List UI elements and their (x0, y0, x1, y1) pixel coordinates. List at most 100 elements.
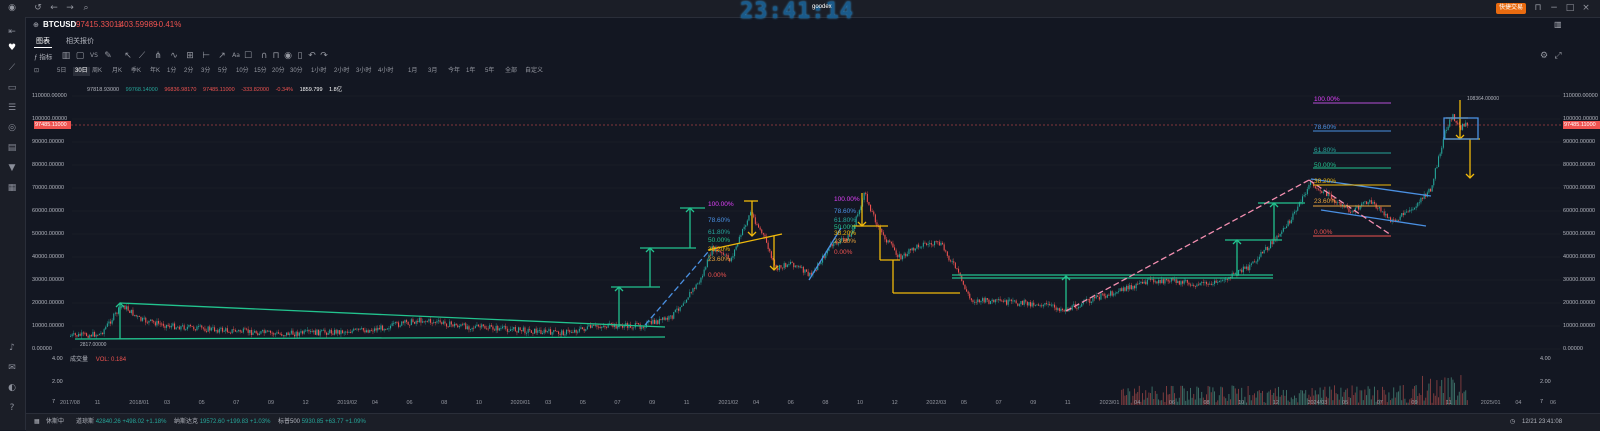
x-axis-label: 04 (1134, 400, 1141, 406)
volume-bar (1212, 387, 1214, 405)
y-axis-label: 10000.00000 (32, 323, 65, 329)
y-axis-label: 60000.00000 (1563, 208, 1596, 214)
volume-bar (1358, 402, 1359, 405)
volume-bar (1356, 386, 1358, 405)
volume-bar (1178, 397, 1180, 405)
volume-bar (1177, 401, 1179, 405)
volume-bar (1420, 395, 1422, 405)
fib-level-label: 38.20% (708, 246, 731, 253)
volume-bar (1182, 385, 1183, 405)
volume-bar (1351, 385, 1353, 405)
green-drawings (74, 202, 1305, 340)
volume-bar (1418, 393, 1420, 405)
volume-bar (1396, 392, 1398, 405)
x-axis-label: 2019/02 (337, 400, 358, 406)
fib-level-label: 50.00% (1314, 162, 1337, 169)
ticker-nasdaq[interactable]: 纳斯达克 19572.60 +199.83 +1.03% (174, 414, 270, 431)
status-bar: ▦ 休斯中 道琼斯 42840.26 +498.02 +1.18% 纳斯达克 1… (26, 413, 1600, 431)
volume-bar (1260, 392, 1262, 405)
volume-bar (1423, 400, 1425, 405)
volume-bar (1370, 399, 1372, 405)
volume-bar (1266, 392, 1268, 405)
fib-level-label: 38.20% (1314, 178, 1337, 185)
fib-level-label: 23.60% (834, 238, 857, 245)
volume-bar (1127, 388, 1129, 405)
volume-bar (1150, 393, 1151, 405)
volume-bar (1122, 388, 1124, 405)
volume-bar (1300, 389, 1302, 405)
volume-bar (1327, 398, 1329, 405)
clock-icon: ◷ (1510, 419, 1516, 425)
volume-bar (1463, 391, 1465, 405)
volume-bar (1246, 402, 1247, 405)
volume-bar (1284, 395, 1286, 405)
volume-bar (1353, 395, 1355, 405)
volume-axis-label: 4.00 (1540, 356, 1551, 362)
volume-axis-label: 7 (1540, 399, 1544, 405)
fib-level-label: 100.00% (708, 201, 734, 208)
volume-bar (1214, 391, 1215, 405)
volume-bar (1282, 389, 1284, 405)
fib-level-label: 100.00% (834, 196, 860, 203)
x-axis-label: 07 (995, 400, 1002, 406)
volume-bar (1191, 397, 1193, 405)
fib-level-label: 61.80% (708, 229, 731, 236)
volume-bar (1295, 397, 1297, 405)
volume-bar (1268, 391, 1270, 405)
pink-drawings (1065, 179, 1392, 312)
volume-bar (1217, 400, 1219, 405)
x-axis-label: 08 (822, 400, 829, 406)
ticker-dow[interactable]: 道琼斯 42840.26 +498.02 +1.18% (76, 414, 166, 431)
volume-bar (1249, 395, 1251, 405)
volume-bar (1406, 402, 1407, 405)
volume-bar (1156, 393, 1158, 405)
volume-bar (1220, 386, 1222, 405)
x-axis-label: 12 (1272, 400, 1279, 406)
status-datetime: 12/21 23:41:08 (1522, 419, 1563, 425)
volume-bar (1190, 387, 1191, 405)
volume-bar (1162, 392, 1164, 405)
volume-bar (1374, 386, 1375, 405)
x-axis-label: 2025/01 (1480, 400, 1501, 406)
fib-level-label: 50.00% (708, 237, 731, 244)
y-axis-label: 80000.00000 (32, 162, 65, 168)
volume-value: VOL: 0.184 (95, 357, 127, 363)
volume-axis-label: 4.00 (52, 356, 63, 362)
volume-bar (1401, 400, 1403, 405)
volume-bar (1431, 402, 1433, 405)
ticker-pct: +1.18% (145, 419, 167, 425)
volume-bar (1337, 394, 1339, 405)
volume-bar (1140, 401, 1142, 405)
fib-lines-right (1313, 102, 1391, 237)
volume-bar (1369, 388, 1371, 405)
volume-bar (1290, 397, 1292, 405)
volume-bar (1129, 391, 1131, 405)
volume-bar (1180, 385, 1182, 405)
volume-bar (1359, 390, 1361, 405)
x-axis-label: 11 (94, 400, 101, 406)
x-axis-label: 2022/03 (926, 400, 947, 406)
volume-bar (1143, 399, 1145, 405)
volume-bar (1409, 399, 1411, 405)
y-axis-label: 0.00000 (1563, 346, 1583, 352)
volume-bar (1439, 386, 1441, 405)
volume-bar (1126, 395, 1127, 405)
x-axis-label: 12 (891, 400, 898, 406)
volume-bar (1257, 391, 1259, 405)
y-axis-label: 30000.00000 (1563, 277, 1596, 283)
price-chart[interactable] (0, 0, 1600, 430)
volume-bar (1350, 397, 1351, 405)
market-status: 休斯中 (46, 419, 65, 425)
volume-bar (1198, 387, 1199, 405)
ticker-sp500[interactable]: 标普500 5930.85 +63.77 +1.09% (278, 414, 366, 431)
volume-bar (1305, 390, 1307, 405)
volume-bar (1462, 393, 1463, 405)
x-axis-label: 09 (649, 400, 656, 406)
x-axis-label: 07 (233, 400, 240, 406)
x-axis-label: 09 (267, 400, 275, 406)
x-axis-label: 09 (1030, 400, 1037, 406)
y-axis-label: 50000.00000 (32, 231, 65, 237)
y-axis-label: 90000.00000 (1563, 139, 1596, 145)
x-axis-label: 10 (475, 400, 482, 406)
volume-bar (1210, 392, 1212, 405)
